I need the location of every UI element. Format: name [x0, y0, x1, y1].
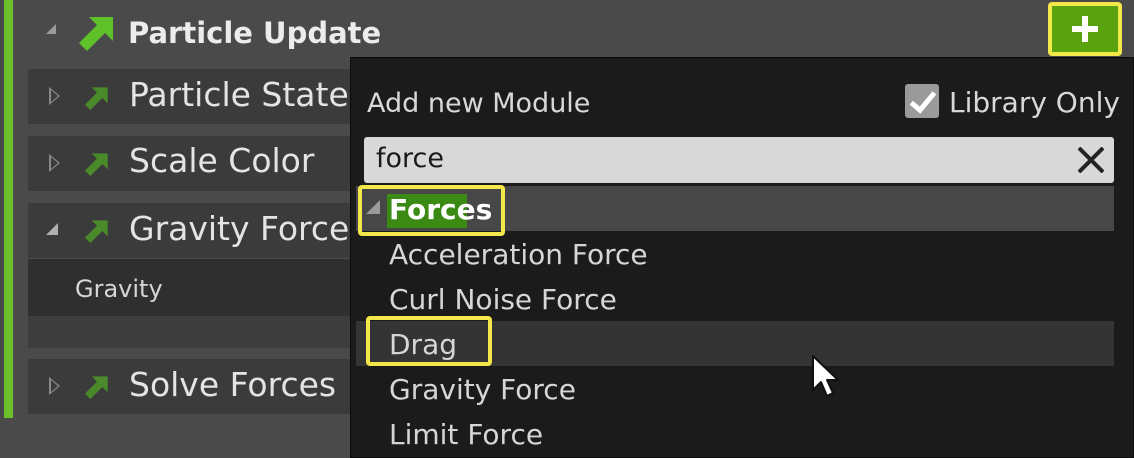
- menu-item-limit-force[interactable]: Limit Force: [356, 411, 1114, 456]
- module-search-input[interactable]: force: [364, 137, 1114, 183]
- plus-icon: [1072, 16, 1098, 42]
- expand-triangle-icon[interactable]: [49, 154, 60, 172]
- callout-highlight: [358, 185, 505, 236]
- checkmark-icon: [909, 85, 937, 114]
- arrow-up-right-icon: [79, 17, 113, 51]
- module-label: Gravity Force: [129, 209, 350, 248]
- clear-icon[interactable]: [1074, 143, 1108, 177]
- module-label: Solve Forces: [129, 365, 337, 404]
- module-parameter-row[interactable]: Gravity: [28, 259, 358, 316]
- callout-highlight: [366, 316, 492, 366]
- menu-item-acceleration-force[interactable]: Acceleration Force: [356, 231, 1114, 276]
- expand-triangle-icon[interactable]: [49, 87, 60, 105]
- module-row-scale-color[interactable]: Scale Color: [28, 136, 358, 191]
- menu-item-curl-noise-force[interactable]: Curl Noise Force: [356, 276, 1114, 321]
- add-module-button[interactable]: [1048, 2, 1122, 56]
- menu-item-label: Gravity Force: [389, 373, 576, 406]
- menu-item-label: Acceleration Force: [389, 238, 648, 271]
- menu-item-drag[interactable]: Drag: [356, 316, 1114, 366]
- mouse-cursor-icon: [812, 355, 839, 397]
- expand-triangle-icon[interactable]: [49, 377, 60, 395]
- menu-item-label: Curl Noise Force: [389, 283, 617, 316]
- add-module-popup: Add new Module Library Only force Forces…: [350, 57, 1134, 458]
- arrow-up-right-icon: [85, 220, 108, 243]
- arrow-up-right-icon: [85, 153, 108, 176]
- emitter-accent-bar: [4, 0, 13, 418]
- section-title: Particle Update: [128, 16, 382, 50]
- search-input-value: force: [376, 143, 444, 174]
- menu-item-gravity-force[interactable]: Gravity Force: [356, 366, 1114, 411]
- library-only-checkbox[interactable]: [905, 84, 939, 118]
- module-label: Scale Color: [129, 141, 315, 180]
- collapse-triangle-icon[interactable]: [46, 223, 58, 235]
- module-label: Particle State: [129, 75, 349, 114]
- library-only-label[interactable]: Library Only: [949, 86, 1120, 119]
- arrow-up-right-icon: [85, 87, 108, 110]
- module-row-gravity-force[interactable]: Gravity Force: [28, 203, 358, 258]
- niagara-emitter-panel: Particle Update Particle State Scale Col…: [0, 0, 1134, 458]
- menu-item-label: Limit Force: [389, 418, 544, 451]
- arrow-up-right-icon: [85, 376, 108, 399]
- module-footer-row: [28, 316, 358, 348]
- collapse-triangle-icon[interactable]: [46, 24, 56, 34]
- parameter-label: Gravity: [75, 275, 163, 303]
- module-row-particle-state[interactable]: Particle State: [28, 69, 358, 124]
- module-row-solve-forces[interactable]: Solve Forces: [28, 359, 358, 414]
- category-row-forces[interactable]: Forces: [356, 185, 1114, 236]
- popup-title: Add new Module: [367, 88, 591, 119]
